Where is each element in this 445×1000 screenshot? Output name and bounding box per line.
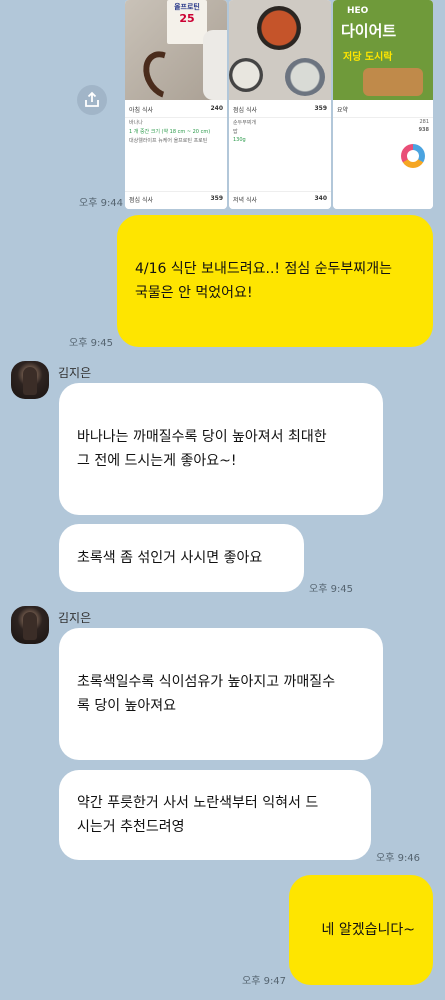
message-line: 그 전에 드시는게 좋아요~! — [77, 453, 237, 469]
message-line: 바나나는 까매질수록 당이 높아져서 최대한 — [77, 429, 327, 445]
photo-lunch[interactable]: 점심 식사 359 순두부찌개 밥 130g 저녁 식사 340 — [229, 0, 331, 209]
macro-donut — [401, 144, 425, 168]
message-line: 네 알겠습니다~ — [321, 922, 415, 938]
message-text: 약간 푸릇한거 사서 노란색부터 익혀서 드 시는거 추천드려영 — [77, 791, 318, 839]
meal-kcal: 240 — [210, 105, 223, 112]
sender-name: 김지은 — [58, 366, 92, 380]
photo-lunchbox-image: HEO 다이어트 저당 도시락 — [333, 0, 433, 100]
message-line: 초록색 좀 섞인거 사시면 좋아요 — [77, 550, 263, 566]
my-message[interactable]: 4/16 식단 보내드려요..! 점심 순두부찌개는 국물은 안 먹었어요! — [117, 215, 433, 347]
photo-lunch-image — [229, 0, 331, 100]
footer-kcal: 359 — [210, 195, 223, 202]
meal-title: 아침 식사 — [129, 107, 153, 114]
meal-title: 점심 식사 — [233, 107, 257, 114]
meal-row: 순두부찌개 — [233, 120, 257, 126]
timestamp: 오후 9:45 — [69, 338, 114, 349]
message-line: 시는거 추천드려영 — [77, 819, 185, 835]
summary-card: 요약 281 938 — [333, 102, 433, 209]
footer-label: 저녁 식사 — [233, 197, 257, 204]
meal-card: 아침 식사 240 바나나 1 개 중간 크기 (약 18 cm ~ 20 cm… — [125, 102, 227, 209]
footer-row: 점심 식사 359 — [125, 191, 227, 207]
avatar[interactable] — [11, 606, 49, 644]
rice-bowl — [229, 58, 263, 92]
stew-pot — [257, 6, 301, 50]
photo-breakfast-image: 올프로틴 25 — [125, 0, 227, 107]
summary-header: 요약 — [333, 102, 433, 118]
message-text: 바나나는 까매질수록 당이 높아져서 최대한 그 전에 드시는게 좋아요~! — [77, 425, 327, 473]
milk-carton: 올프로틴 25 — [167, 0, 207, 44]
message-text: 4/16 식단 보내드려요..! 점심 순두부찌개는 국물은 안 먹었어요! — [135, 257, 392, 305]
photo-lunchbox[interactable]: HEO 다이어트 저당 도시락 요약 281 938 — [333, 0, 433, 209]
white-plate — [203, 30, 227, 100]
avatar[interactable] — [11, 361, 49, 399]
footer-label: 점심 식사 — [129, 197, 153, 204]
meal-row: 밥 — [233, 129, 238, 135]
share-button[interactable] — [77, 85, 107, 115]
my-message[interactable]: 네 알겠습니다~ — [289, 875, 433, 985]
footer-kcal: 340 — [314, 195, 327, 202]
timestamp: 오후 9:44 — [79, 198, 124, 209]
meal-card-header: 아침 식사 240 — [125, 102, 227, 118]
message-line: 4/16 식단 보내드려요..! 점심 순두부찌개는 — [135, 261, 392, 277]
brand-small: HEO — [347, 6, 369, 16]
share-icon — [85, 91, 99, 107]
their-message[interactable]: 초록색 좀 섞인거 사시면 좋아요 — [59, 524, 304, 592]
summary-title: 요약 — [337, 107, 349, 114]
timestamp: 오후 9:47 — [242, 976, 287, 987]
brand-sub: 저당 도시락 — [343, 52, 393, 63]
summary-value: 938 — [418, 127, 429, 133]
brand-big: 다이어트 — [341, 22, 397, 40]
their-message[interactable]: 초록색일수록 식이섬유가 높아지고 까매질수 록 당이 높아져요 — [59, 628, 383, 760]
their-message[interactable]: 바나나는 까매질수록 당이 높아져서 최대한 그 전에 드시는게 좋아요~! — [59, 383, 383, 515]
message-line: 록 당이 높아져요 — [77, 698, 177, 714]
footer-row: 저녁 식사 340 — [229, 191, 331, 207]
message-line: 국물은 안 먹었어요! — [135, 285, 253, 301]
brand-text: 올프로틴 — [174, 3, 200, 11]
timestamp: 오후 9:46 — [376, 853, 421, 864]
meal-row: 1 개 중간 크기 (약 18 cm ~ 20 cm) — [129, 129, 211, 135]
side-bowl — [285, 58, 325, 96]
banana-shape — [135, 43, 193, 107]
meal-kcal: 359 — [314, 105, 327, 112]
food-tray — [363, 68, 423, 96]
summary-value: 281 — [419, 119, 429, 125]
message-text: 초록색일수록 식이섬유가 높아지고 까매질수 록 당이 높아져요 — [77, 670, 335, 718]
sender-name: 김지은 — [58, 611, 92, 625]
timestamp: 오후 9:45 — [309, 584, 354, 595]
meal-row: 대상웰라이프 뉴케어 올프로틴 프로틴 — [129, 138, 208, 144]
photo-breakfast[interactable]: 올프로틴 25 아침 식사 240 바나나 1 개 중간 크기 (약 18 cm… — [125, 0, 227, 209]
message-line: 초록색일수록 식이섬유가 높아지고 까매질수 — [77, 674, 336, 690]
message-line: 약간 푸릇한거 사서 노란색부터 익혀서 드 — [77, 795, 319, 811]
meal-card: 점심 식사 359 순두부찌개 밥 130g 저녁 식사 340 — [229, 102, 331, 209]
meal-row: 바나나 — [129, 120, 143, 126]
their-message[interactable]: 약간 푸릇한거 사서 노란색부터 익혀서 드 시는거 추천드려영 — [59, 770, 371, 860]
meal-card-header: 점심 식사 359 — [229, 102, 331, 118]
brand-number: 25 — [179, 12, 195, 25]
photo-message[interactable]: 올프로틴 25 아침 식사 240 바나나 1 개 중간 크기 (약 18 cm… — [125, 0, 433, 209]
meal-row: 130g — [233, 137, 246, 143]
